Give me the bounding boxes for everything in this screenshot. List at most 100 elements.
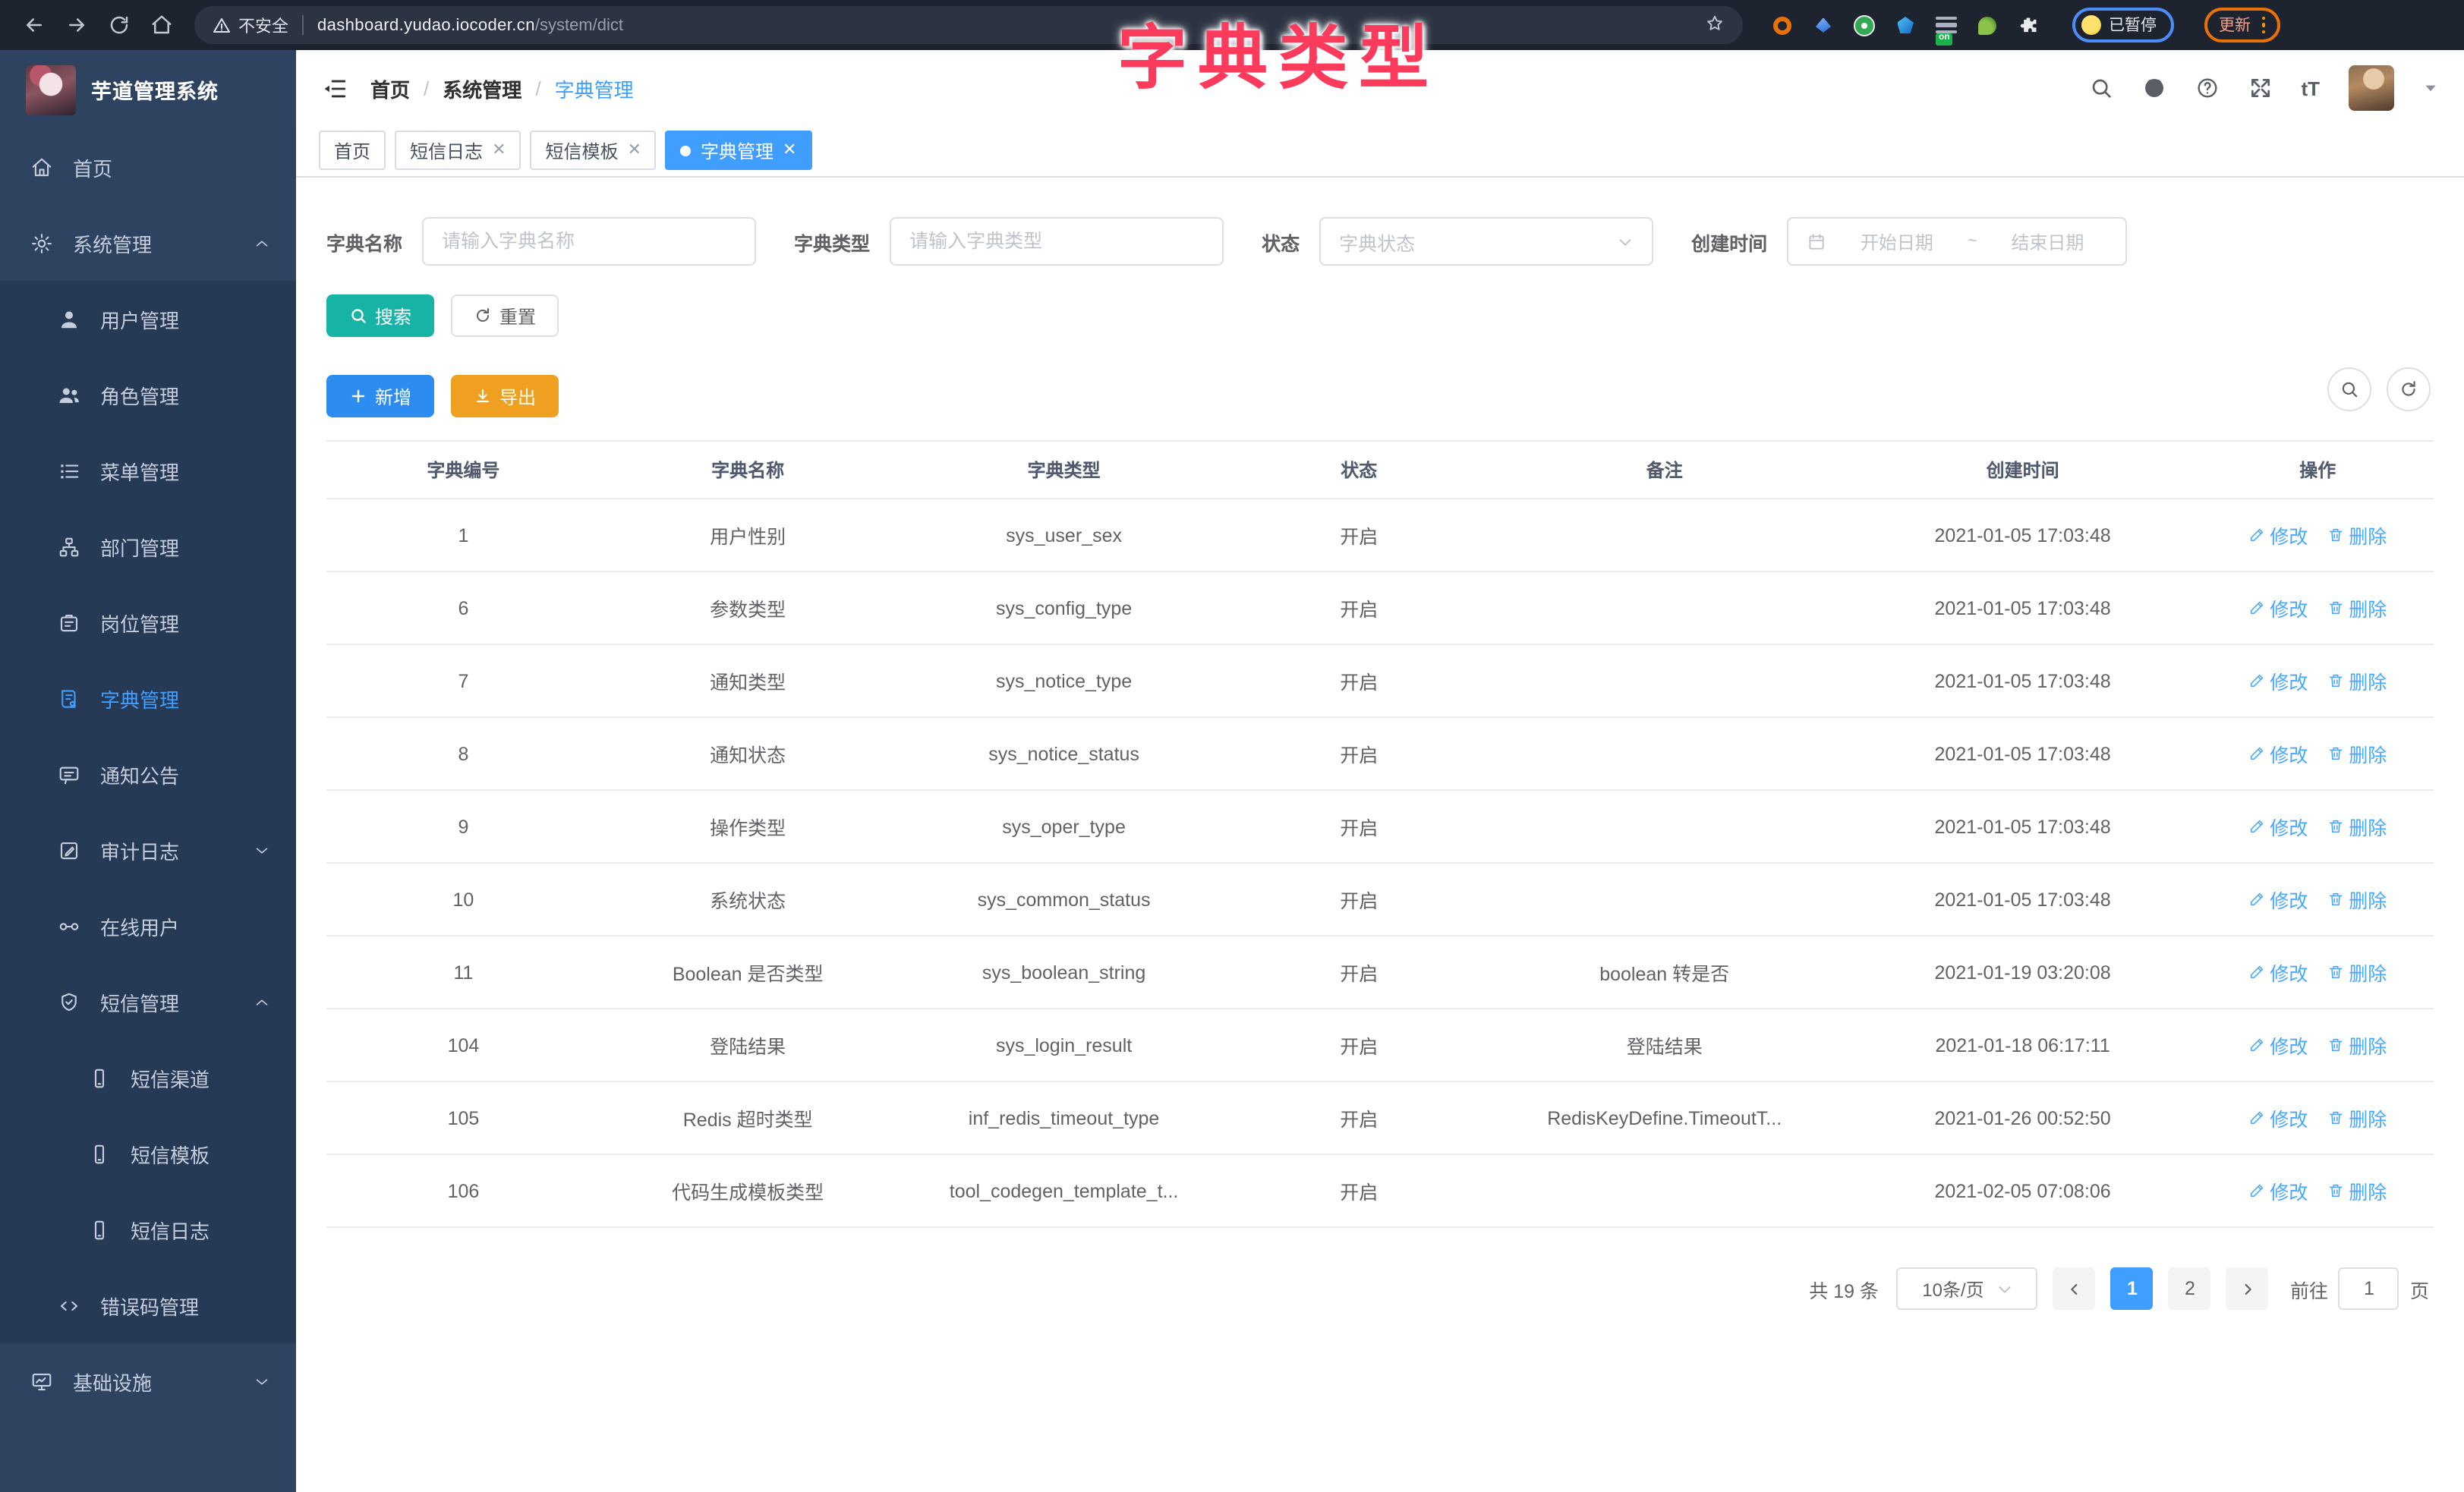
breadcrumb-system[interactable]: 系统管理 — [443, 74, 521, 102]
bookmark-star-icon[interactable] — [1705, 13, 1725, 37]
sidebar-item-岗位管理[interactable]: 岗位管理 — [0, 584, 296, 660]
cell-type[interactable]: sys_config_type — [896, 571, 1233, 644]
add-button[interactable]: 新增 — [326, 375, 434, 417]
search-icon[interactable] — [2088, 76, 2113, 100]
cell-type[interactable]: inf_redis_timeout_type — [896, 1081, 1233, 1154]
sidebar-item-短信渠道[interactable]: 短信渠道 — [0, 1040, 296, 1116]
cell-type[interactable]: sys_login_result — [896, 1009, 1233, 1081]
sidebar-item-系统管理[interactable]: 系统管理 — [0, 205, 296, 281]
url-bar[interactable]: 不安全 dashboard.yudao.iocoder.cn/system/di… — [194, 6, 1743, 44]
browser-menu-icon[interactable] — [2261, 16, 2265, 34]
fullscreen-icon[interactable] — [2248, 76, 2272, 100]
status-select[interactable]: 字典状态 — [1319, 217, 1653, 266]
dict-type-input[interactable] — [909, 231, 1204, 252]
dict-name-input[interactable] — [442, 231, 736, 252]
sidebar-item-短信管理[interactable]: 短信管理 — [0, 964, 296, 1040]
forward-icon[interactable] — [58, 7, 94, 43]
sidebar-item-基础设施[interactable]: 基础设施 — [0, 1343, 296, 1419]
sidebar-item-短信模板[interactable]: 短信模板 — [0, 1116, 296, 1191]
page-size-select[interactable]: 10条/页 — [1897, 1267, 2038, 1310]
sidebar-item-字典管理[interactable]: 字典管理 — [0, 660, 296, 736]
extension-drop-icon[interactable] — [1811, 13, 1835, 37]
prev-page-button[interactable] — [2053, 1267, 2096, 1310]
edit-link[interactable]: 修改 — [2248, 1031, 2308, 1059]
sidebar-item-在线用户[interactable]: 在线用户 — [0, 888, 296, 964]
avatar[interactable] — [2349, 65, 2394, 111]
delete-link[interactable]: 删除 — [2327, 666, 2387, 695]
sidebar-item-首页[interactable]: 首页 — [0, 129, 296, 205]
cell-type[interactable]: sys_user_sex — [896, 499, 1233, 571]
sidebar-item-角色管理[interactable]: 角色管理 — [0, 357, 296, 433]
profile-paused-badge[interactable]: 已暂停 — [2072, 8, 2173, 42]
sidebar-item-审计日志[interactable]: 审计日志 — [0, 812, 296, 888]
github-icon[interactable] — [2141, 76, 2166, 100]
delete-link[interactable]: 删除 — [2327, 1031, 2387, 1059]
tab-短信日志[interactable]: 短信日志✕ — [395, 131, 521, 170]
sidebar-item-部门管理[interactable]: 部门管理 — [0, 508, 296, 584]
extension-donut-icon[interactable] — [1770, 13, 1794, 37]
edit-link[interactable]: 修改 — [2248, 593, 2308, 622]
edit-link[interactable]: 修改 — [2248, 1176, 2308, 1205]
reload-icon[interactable] — [100, 7, 137, 43]
extension-gem-icon[interactable] — [1893, 13, 1917, 37]
close-icon[interactable]: ✕ — [492, 142, 506, 159]
home-nav-icon[interactable] — [143, 7, 179, 43]
back-icon[interactable] — [15, 7, 52, 43]
close-icon[interactable]: ✕ — [783, 142, 796, 159]
edit-icon — [2248, 527, 2265, 543]
sidebar-item-用户管理[interactable]: 用户管理 — [0, 281, 296, 357]
delete-link[interactable]: 删除 — [2327, 521, 2387, 549]
font-size-icon[interactable]: tT — [2301, 77, 2320, 99]
sidebar-item-短信日志[interactable]: 短信日志 — [0, 1191, 296, 1267]
delete-link[interactable]: 删除 — [2327, 593, 2387, 622]
extensions-puzzle-icon[interactable] — [2016, 13, 2040, 37]
table-refresh-button[interactable] — [2387, 367, 2431, 411]
extension-list-icon[interactable]: on — [1934, 13, 1958, 37]
edit-link[interactable]: 修改 — [2248, 958, 2308, 987]
extension-green-icon[interactable] — [1852, 13, 1876, 37]
tab-短信模板[interactable]: 短信模板✕ — [531, 131, 657, 170]
cell-name: 代码生成模板类型 — [600, 1154, 896, 1227]
delete-link[interactable]: 删除 — [2327, 1103, 2387, 1132]
edit-link[interactable]: 修改 — [2248, 885, 2308, 914]
sidebar-item-菜单管理[interactable]: 菜单管理 — [0, 433, 296, 508]
extension-sprout-icon[interactable] — [1975, 13, 1999, 37]
edit-link[interactable]: 修改 — [2248, 1103, 2308, 1132]
cell-type[interactable]: tool_codegen_template_t... — [896, 1154, 1233, 1227]
help-icon[interactable] — [2195, 76, 2219, 100]
cell-type[interactable]: sys_notice_status — [896, 717, 1233, 790]
sidebar-item-通知公告[interactable]: 通知公告 — [0, 736, 296, 812]
next-page-button[interactable] — [2226, 1267, 2269, 1310]
page-button-2[interactable]: 2 — [2169, 1267, 2211, 1310]
edit-link[interactable]: 修改 — [2248, 521, 2308, 549]
delete-link[interactable]: 删除 — [2327, 739, 2387, 768]
delete-link[interactable]: 删除 — [2327, 812, 2387, 841]
app-logo-row[interactable]: 芋道管理系统 — [0, 50, 296, 129]
cell-type[interactable]: sys_notice_type — [896, 644, 1233, 717]
date-range-picker[interactable]: 开始日期 ~ 结束日期 — [1787, 217, 2127, 266]
delete-link[interactable]: 删除 — [2327, 1176, 2387, 1205]
delete-link[interactable]: 删除 — [2327, 958, 2387, 987]
edit-link[interactable]: 修改 — [2248, 666, 2308, 695]
reset-button[interactable]: 重置 — [451, 294, 559, 337]
cell-type[interactable]: sys_common_status — [896, 863, 1233, 936]
url-host: dashboard.yudao.iocoder.cn — [317, 16, 535, 34]
browser-update-button[interactable]: 更新 — [2204, 8, 2280, 42]
breadcrumb-home[interactable]: 首页 — [370, 74, 410, 102]
tab-字典管理[interactable]: 字典管理✕ — [666, 131, 811, 170]
caret-down-icon[interactable] — [2423, 80, 2438, 96]
hamburger-icon[interactable] — [322, 75, 348, 101]
tab-首页[interactable]: 首页 — [319, 131, 386, 170]
cell-type[interactable]: sys_oper_type — [896, 790, 1233, 863]
goto-page-input[interactable] — [2339, 1267, 2399, 1310]
table-search-button[interactable] — [2327, 367, 2371, 411]
cell-type[interactable]: sys_boolean_string — [896, 936, 1233, 1009]
delete-link[interactable]: 删除 — [2327, 885, 2387, 914]
edit-link[interactable]: 修改 — [2248, 739, 2308, 768]
close-icon[interactable]: ✕ — [628, 142, 641, 159]
page-button-1[interactable]: 1 — [2111, 1267, 2154, 1310]
search-button[interactable]: 搜索 — [326, 294, 434, 337]
export-button[interactable]: 导出 — [451, 375, 559, 417]
edit-link[interactable]: 修改 — [2248, 812, 2308, 841]
sidebar-item-错误码管理[interactable]: 错误码管理 — [0, 1267, 296, 1343]
